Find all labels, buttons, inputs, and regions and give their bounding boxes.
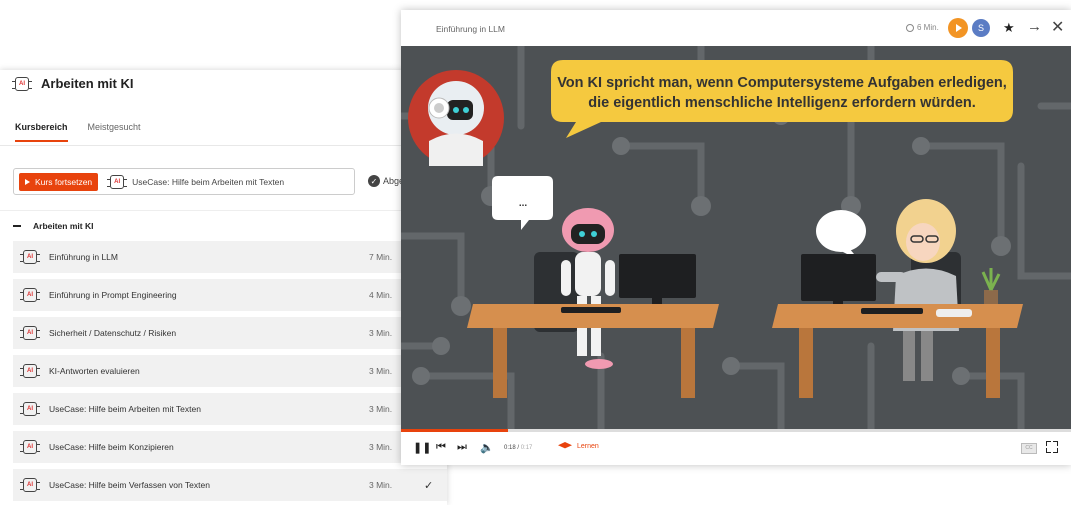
duration-label: 6 Min. [917,23,939,32]
lesson-duration: 3 Min. [369,480,393,490]
ai-chip-icon: AI [12,76,32,91]
player-duration: 6 Min. [906,23,939,32]
tab-kursbereich[interactable]: Kursbereich [15,122,68,142]
speech-line-2: die eigentlich menschliche Intelligenz e… [588,95,976,111]
check-circle-icon: ✓ [368,175,380,187]
collapse-icon [13,225,21,227]
player-topbar: Einführung in LLM 6 Min. S ★ → ✕ [401,10,1071,46]
learn-button[interactable]: Lernen [558,442,599,450]
speech-line-1: Von KI spricht man, wenn Computersysteme… [557,75,1007,91]
captions-icon[interactable]: CC [1021,443,1037,454]
time-current: 0:18 [504,445,516,451]
clock-icon [906,23,914,32]
player-title: Einführung in LLM [436,24,505,34]
woman-monitor [801,254,876,301]
robot-monitor [619,254,696,298]
lesson-duration: 7 Min. [369,252,393,262]
ai-chip-icon: AI [20,250,40,264]
plant-pot [984,290,998,304]
graduation-cap-icon [558,442,572,449]
course-header: AI Arbeiten mit KI [12,76,134,91]
ai-chip-icon: AI [20,440,40,454]
robot-avatar [428,81,484,166]
pause-icon[interactable]: ❚❚ [413,441,431,454]
lesson-title: UseCase: Hilfe beim Konzipieren [49,442,174,452]
continue-lesson-title: UseCase: Hilfe beim Arbeiten mit Texten [132,176,285,187]
course-title: Arbeiten mit KI [41,76,134,91]
fullscreen-icon[interactable] [1046,441,1058,453]
ai-chip-icon: AI [20,326,40,340]
continue-course-box: Kurs fortsetzen AI UseCase: Hilfe beim A… [13,168,355,195]
video-scene: Von KI spricht man, wenn Computersysteme… [401,46,1071,429]
lesson-row[interactable]: AI Einführung in Prompt Engineering 4 Mi… [13,279,447,311]
ai-chip-icon: AI [20,364,40,378]
lesson-title: UseCase: Hilfe beim Arbeiten mit Texten [49,404,201,414]
section-header[interactable]: Arbeiten mit KI [13,221,93,231]
divider [0,210,447,211]
lesson-row[interactable]: AI UseCase: Hilfe beim Verfassen von Tex… [13,469,447,501]
skip-back-icon[interactable]: ⏮ [436,441,446,454]
lesson-duration: 4 Min. [369,290,393,300]
close-icon[interactable]: ✕ [1051,17,1064,37]
woman-desk [772,304,1023,328]
ai-chip-icon: AI [107,174,128,189]
tab-meistgesucht[interactable]: Meistgesucht [88,122,141,142]
robot-thought-text: ... [519,198,528,209]
course-panel: AI Arbeiten mit KI Kursbereich Meistgesu… [0,70,447,505]
lesson-title: Einführung in LLM [49,252,118,262]
lesson-duration: 3 Min. [369,328,393,338]
ai-chip-icon: AI [20,288,40,302]
user-badge-icon[interactable]: S [972,19,990,37]
checkmark-icon: ✓ [424,479,434,492]
lesson-title: Einführung in Prompt Engineering [49,290,177,300]
lesson-row[interactable]: AI KI-Antworten evaluieren 3 Min. [13,355,447,387]
lesson-title: UseCase: Hilfe beim Verfassen von Texten [49,480,210,490]
ai-chip-icon: AI [20,478,40,492]
lesson-title: KI-Antworten evaluieren [49,366,140,376]
course-tabs: Kursbereich Meistgesucht [15,122,141,142]
time-display: 0:18 / 0:17 [504,445,533,451]
video-frame[interactable]: Von KI spricht man, wenn Computersysteme… [401,46,1071,429]
divider [0,145,447,146]
continue-lesson[interactable]: AI UseCase: Hilfe beim Arbeiten mit Text… [107,174,285,189]
continue-course-label: Kurs fortsetzen [35,176,93,187]
skip-forward-icon[interactable]: ⏭ [457,441,467,454]
volume-icon[interactable]: 🔈 [480,441,494,454]
time-total: 0:17 [520,445,533,451]
lesson-duration: 3 Min. [369,404,393,414]
woman-thought-bubble [816,210,866,252]
video-player: Einführung in LLM 6 Min. S ★ → ✕ Von KI … [401,10,1071,465]
lesson-row[interactable]: AI UseCase: Hilfe beim Arbeiten mit Text… [13,393,447,425]
learn-label: Lernen [577,442,599,450]
lesson-title: Sicherheit / Datenschutz / Risiken [49,328,177,338]
lesson-row[interactable]: AI Sicherheit / Datenschutz / Risiken 3 … [13,317,447,349]
progress-bar[interactable] [401,429,1071,432]
lesson-duration: 3 Min. [369,366,393,376]
star-icon[interactable]: ★ [1003,20,1015,36]
lesson-duration: 3 Min. [369,442,393,452]
woman-character [876,199,959,381]
lesson-list: AI Einführung in LLM 7 Min. AI Einführun… [13,241,447,505]
lesson-row[interactable]: AI Einführung in LLM 7 Min. [13,241,447,273]
lesson-row[interactable]: AI UseCase: Hilfe beim Konzipieren 3 Min… [13,431,447,463]
play-icon [25,178,30,185]
arrow-right-icon[interactable]: → [1027,18,1042,35]
continue-course-button[interactable]: Kurs fortsetzen [19,172,99,191]
plant [981,268,1001,291]
ai-chip-icon: AI [20,402,40,416]
progress-fill [401,429,509,432]
play-badge-icon[interactable] [948,18,968,38]
robot-character [561,208,615,369]
player-controls: ❚❚ ⏮ ⏭ 🔈 0:18 / 0:17 Lernen CC [401,429,1071,465]
section-title: Arbeiten mit KI [33,221,94,231]
